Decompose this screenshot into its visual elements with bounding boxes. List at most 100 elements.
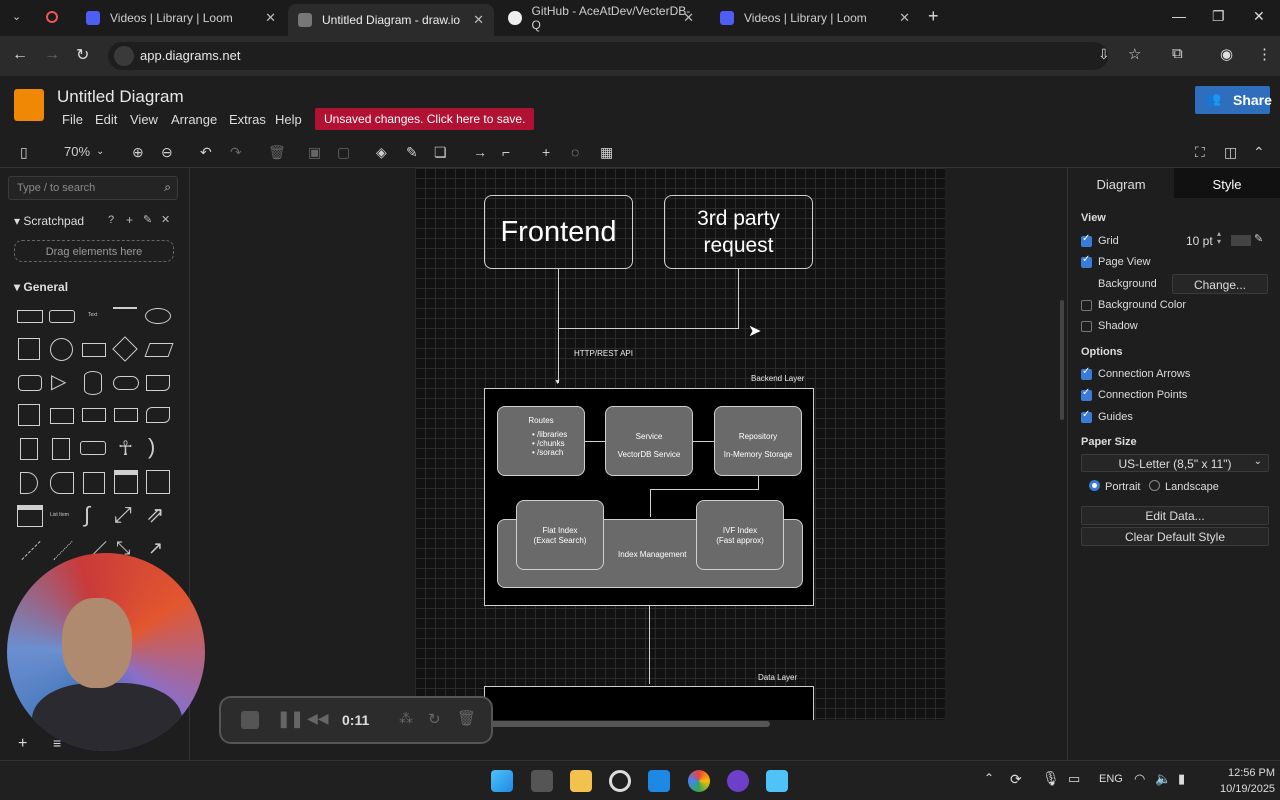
- routes-node[interactable]: Routes • /libraries • /chunks • /sorach: [497, 406, 585, 476]
- tab-style[interactable]: Style: [1174, 168, 1280, 198]
- table-icon[interactable]: ▦: [600, 144, 613, 161]
- obs-icon[interactable]: [609, 770, 631, 792]
- guides-checkbox[interactable]: [1081, 409, 1092, 423]
- url-field[interactable]: app.diagrams.net: [108, 42, 1108, 70]
- ivf-index-node[interactable]: IVF Index (Fast approx): [696, 500, 784, 570]
- zoom-out-icon[interactable]: ⊖: [161, 144, 173, 161]
- bidirectional-arrow-shape[interactable]: ⤢: [114, 502, 132, 528]
- undo-icon[interactable]: ↶: [200, 144, 212, 161]
- callout-shape[interactable]: [80, 441, 106, 455]
- scratchpad-dropzone[interactable]: Drag elements here: [14, 240, 174, 262]
- bookmark-star-icon[interactable]: ☆: [1128, 45, 1141, 63]
- document-title[interactable]: Untitled Diagram: [57, 87, 184, 107]
- fill-color-icon[interactable]: ◈: [376, 144, 387, 161]
- delete-icon[interactable]: 🗑: [268, 144, 286, 161]
- cylinder-shape[interactable]: [84, 371, 102, 395]
- vscode-icon[interactable]: [648, 770, 670, 792]
- rewind-icon[interactable]: ◀◀: [307, 710, 329, 727]
- page-view-checkbox[interactable]: [1081, 254, 1092, 268]
- file-explorer-icon[interactable]: [570, 770, 592, 792]
- cloud-shape[interactable]: [113, 376, 139, 390]
- card-shape[interactable]: [52, 438, 70, 460]
- battery-icon[interactable]: ▮: [1178, 771, 1185, 787]
- tab-drawio[interactable]: Untitled Diagram - draw.io ✕: [288, 4, 494, 36]
- dashed-line-shape[interactable]: [21, 540, 41, 561]
- list-shape[interactable]: [17, 505, 43, 527]
- restart-icon[interactable]: ↻: [428, 710, 441, 728]
- chrome-icon[interactable]: [688, 770, 710, 792]
- service-node[interactable]: Service VectorDB Service: [605, 406, 693, 476]
- curve-shape[interactable]: ∫: [84, 502, 90, 528]
- waypoints-icon[interactable]: ⌐: [502, 144, 510, 160]
- menu-edit[interactable]: Edit: [95, 112, 117, 127]
- connector-third-party[interactable]: [738, 269, 739, 328]
- tab-loom-2[interactable]: Videos | Library | Loom ✕: [710, 4, 920, 32]
- hexagon-shape[interactable]: [18, 375, 42, 391]
- connector-routes-service[interactable]: [585, 441, 605, 442]
- change-background-button[interactable]: Change...: [1172, 274, 1268, 294]
- container-shape[interactable]: [83, 472, 105, 494]
- unsaved-changes-banner[interactable]: Unsaved changes. Click here to save.: [315, 108, 535, 130]
- diagram-canvas[interactable]: Frontend 3rd party request ▼ HTTP/REST A…: [191, 168, 1067, 720]
- reload-icon[interactable]: ↻: [76, 45, 89, 65]
- tab-diagram[interactable]: Diagram: [1068, 168, 1174, 198]
- extensions-icon[interactable]: ⧉: [1172, 45, 1183, 62]
- edit-icon[interactable]: ✎: [143, 213, 152, 226]
- menu-file[interactable]: File: [62, 112, 83, 127]
- more-shapes-icon[interactable]: +: [18, 735, 27, 753]
- fullscreen-icon[interactable]: ⛶: [1195, 144, 1205, 161]
- cube-shape[interactable]: [50, 408, 74, 424]
- connection-icon[interactable]: →: [473, 144, 487, 160]
- frontend-node[interactable]: Frontend: [484, 195, 633, 269]
- document-shape[interactable]: [146, 375, 170, 391]
- to-back-icon[interactable]: ▢: [337, 144, 350, 161]
- edit-data-button[interactable]: Edit Data...: [1081, 506, 1269, 525]
- system-clock[interactable]: 12:56 PM 10/19/2025: [1220, 765, 1275, 797]
- restore-icon[interactable]: ❐: [1212, 8, 1225, 25]
- pause-icon[interactable]: ❚❚: [277, 709, 304, 729]
- language-indicator[interactable]: ENG: [1099, 773, 1123, 785]
- collapse-icon[interactable]: ⌃: [1253, 144, 1265, 161]
- task-view-icon[interactable]: [531, 770, 553, 792]
- toggle-sidebar-icon[interactable]: ▯: [20, 144, 28, 161]
- search-icon[interactable]: ⌕: [164, 180, 171, 195]
- window-close-icon[interactable]: ✕: [1253, 8, 1265, 25]
- parallelogram-shape[interactable]: [144, 343, 174, 357]
- shadow-icon[interactable]: ❏: [434, 144, 447, 161]
- shapes-icon[interactable]: ◌: [571, 144, 579, 160]
- text-shape[interactable]: Text: [88, 312, 97, 318]
- menu-view[interactable]: View: [130, 112, 158, 127]
- diagram-page[interactable]: Frontend 3rd party request ▼ HTTP/REST A…: [415, 168, 945, 720]
- browser-menu-icon[interactable]: ⋮: [1257, 45, 1272, 63]
- tape-shape[interactable]: [146, 407, 170, 423]
- add-icon[interactable]: +: [126, 213, 133, 227]
- grid-checkbox[interactable]: [1081, 233, 1092, 247]
- github-desktop-icon[interactable]: [727, 770, 749, 792]
- arrow-shape[interactable]: ⇗: [146, 502, 164, 528]
- notepad-icon[interactable]: [766, 770, 788, 792]
- background-color-checkbox[interactable]: [1081, 300, 1092, 311]
- chevron-down-icon[interactable]: ⌄: [96, 146, 104, 157]
- menu-arrange[interactable]: Arrange: [171, 112, 217, 127]
- list-item-shape[interactable]: List Item: [50, 512, 69, 518]
- connector-join[interactable]: [558, 328, 739, 329]
- trapezoid-shape[interactable]: [114, 408, 138, 422]
- grid-size-input[interactable]: 10 pt: [1186, 234, 1213, 248]
- grid-size-stepper[interactable]: ▴ ▾: [1217, 230, 1221, 246]
- site-info-icon[interactable]: [114, 46, 134, 66]
- clear-default-style-button[interactable]: Clear Default Style: [1081, 527, 1269, 546]
- loom-webcam-bubble[interactable]: [7, 553, 205, 751]
- swimlane-shape[interactable]: [114, 470, 138, 494]
- discard-icon[interactable]: 🗑: [457, 709, 476, 727]
- stop-recording-icon[interactable]: [241, 711, 259, 729]
- connector-repo-index-c[interactable]: [650, 489, 651, 517]
- tray-chevron-icon[interactable]: ⌃: [984, 771, 994, 785]
- search-input[interactable]: Type / to search ⌕: [8, 176, 178, 200]
- back-icon[interactable]: ←: [12, 46, 28, 64]
- backend-layer-container[interactable]: Routes • /libraries • /chunks • /sorach …: [484, 388, 814, 606]
- paper-size-select[interactable]: US-Letter (8,5" x 11") ⌄: [1081, 454, 1269, 472]
- connector-backend-data[interactable]: [649, 606, 650, 684]
- menu-help[interactable]: Help: [275, 112, 302, 127]
- rounded-rectangle-shape[interactable]: [49, 310, 75, 323]
- connector-frontend[interactable]: [558, 269, 559, 383]
